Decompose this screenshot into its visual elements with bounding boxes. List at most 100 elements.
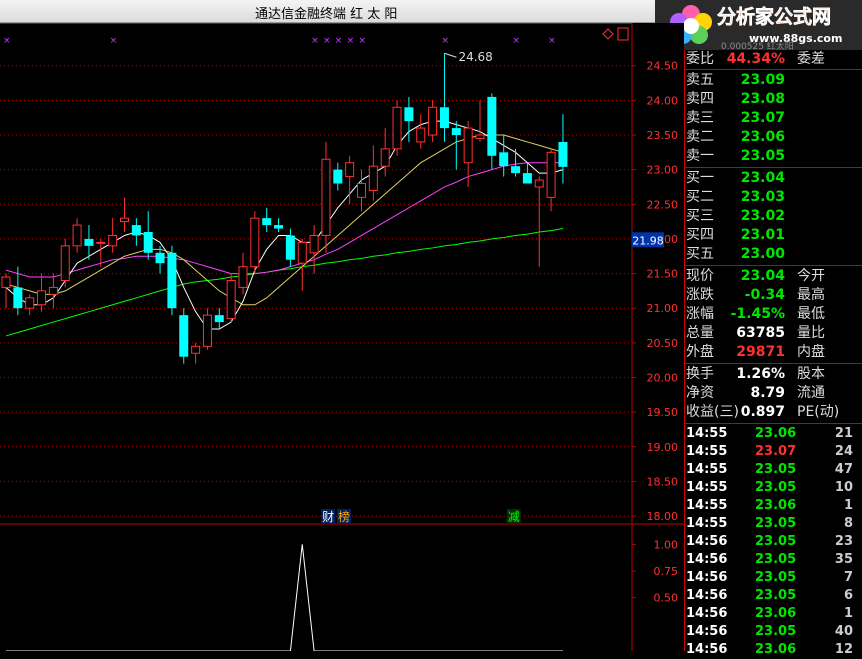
tick-row[interactable]: 14:56 23.05 40 bbox=[685, 623, 862, 641]
y-tick-label: 24.00 bbox=[647, 94, 679, 107]
tick-volume: 23 bbox=[834, 534, 853, 549]
tick-row[interactable]: 14:56 23.05 35 bbox=[685, 551, 862, 569]
bid-price: 23.03 bbox=[740, 189, 785, 205]
y-tick-label: 20.00 bbox=[647, 372, 679, 385]
stat-row: 现价 23.04 今开 bbox=[685, 267, 862, 285]
bid-label: 买五 bbox=[686, 246, 714, 262]
bid-row[interactable]: 买三 23.02 bbox=[685, 207, 862, 225]
y-tick-label: 19.50 bbox=[647, 406, 679, 419]
candle-body-down bbox=[131, 225, 141, 236]
tick-row[interactable]: 14:56 23.06 1 bbox=[685, 605, 862, 623]
candle-body-down bbox=[143, 232, 153, 253]
fundamental-label: 收益(三) bbox=[686, 404, 739, 420]
tick-time: 14:56 bbox=[686, 570, 728, 585]
bid-price: 23.01 bbox=[740, 227, 785, 243]
candle-body-down bbox=[214, 315, 224, 323]
candle-body-down bbox=[333, 169, 343, 184]
candle-body-up bbox=[25, 297, 35, 309]
tick-time: 14:55 bbox=[686, 426, 728, 441]
event-marker: × bbox=[335, 36, 343, 46]
y-tick-label: 19.00 bbox=[647, 441, 679, 454]
tick-volume: 7 bbox=[843, 570, 853, 585]
quote-separator bbox=[685, 363, 862, 364]
ask-price: 23.05 bbox=[740, 148, 785, 164]
fundamental-value: 1.26% bbox=[736, 366, 785, 382]
tick-volume: 35 bbox=[834, 552, 853, 567]
quote-separator bbox=[685, 167, 862, 168]
weibi-label: 委比 bbox=[686, 51, 714, 67]
ask-row[interactable]: 卖五 23.09 bbox=[685, 71, 862, 89]
kline-chart[interactable]: 24.5024.0023.5023.0022.5022.0021.5021.00… bbox=[0, 23, 684, 651]
fundamental-label-2: PE(动) bbox=[797, 404, 840, 420]
event-marker: × bbox=[513, 36, 521, 46]
tick-row[interactable]: 14:55 23.05 47 bbox=[685, 461, 862, 479]
stat-label: 外盘 bbox=[686, 344, 714, 360]
tick-time: 14:56 bbox=[686, 624, 728, 639]
tick-row[interactable]: 14:56 23.05 6 bbox=[685, 587, 862, 605]
bid-row[interactable]: 买一 23.04 bbox=[685, 169, 862, 187]
tick-time: 14:56 bbox=[686, 642, 728, 657]
candle-body-down bbox=[155, 252, 165, 264]
tick-time: 14:56 bbox=[686, 552, 728, 567]
candle-body-up bbox=[475, 134, 485, 139]
stat-value: 63785 bbox=[736, 325, 785, 341]
fundamental-label-2: 股本 bbox=[797, 366, 825, 382]
candle-body-up bbox=[120, 217, 129, 223]
tick-price: 23.06 bbox=[755, 606, 797, 621]
tick-row[interactable]: 14:56 23.05 23 bbox=[685, 533, 862, 551]
event-marker: × bbox=[311, 36, 319, 46]
candle-body-up bbox=[357, 183, 366, 198]
stat-row: 总量 63785 量比 bbox=[685, 324, 862, 342]
tick-time: 14:55 bbox=[686, 444, 728, 459]
candle-body-up bbox=[392, 106, 402, 150]
candle-body-up bbox=[416, 127, 426, 143]
candle-body-down bbox=[499, 152, 509, 167]
tick-row[interactable]: 14:56 23.06 12 bbox=[685, 641, 862, 659]
tick-time: 14:56 bbox=[686, 606, 728, 621]
ask-row[interactable]: 卖二 23.06 bbox=[685, 128, 862, 146]
stat-label-2: 今开 bbox=[797, 268, 825, 284]
chart-canvas[interactable]: 24.5024.0023.5023.0022.5022.0021.5021.00… bbox=[0, 23, 684, 651]
weidiff-label: 委差 bbox=[797, 51, 825, 67]
candle-body-up bbox=[1, 276, 11, 288]
stat-value: -0.34 bbox=[744, 287, 785, 303]
tick-row[interactable]: 14:56 23.05 7 bbox=[685, 569, 862, 587]
event-marker: × bbox=[110, 36, 118, 46]
tick-time: 14:55 bbox=[686, 516, 728, 531]
tick-row[interactable]: 14:55 23.05 10 bbox=[685, 479, 862, 497]
y-tick-label: 21.00 bbox=[647, 302, 679, 315]
candle-body-down bbox=[451, 128, 461, 135]
ask-label: 卖二 bbox=[686, 129, 714, 145]
bid-price: 23.04 bbox=[740, 170, 785, 186]
stat-row: 涨跌 -0.34 最高 bbox=[685, 286, 862, 304]
tick-volume: 12 bbox=[834, 642, 853, 657]
ask-row[interactable]: 卖四 23.08 bbox=[685, 90, 862, 108]
tick-row[interactable]: 14:55 23.06 21 bbox=[685, 425, 862, 443]
candle-body-down bbox=[404, 107, 414, 122]
fundamental-row: 换手 1.26% 股本 bbox=[685, 365, 862, 383]
ask-row[interactable]: 卖一 23.05 bbox=[685, 147, 862, 165]
candle-body-down bbox=[84, 238, 94, 246]
candle-body-up bbox=[226, 280, 236, 320]
candle-body-down bbox=[522, 173, 532, 184]
ask-row[interactable]: 卖三 23.07 bbox=[685, 109, 862, 127]
tick-row[interactable]: 14:55 23.07 24 bbox=[685, 443, 862, 461]
tick-price: 23.05 bbox=[755, 570, 797, 585]
fundamental-label: 净资 bbox=[686, 385, 714, 401]
fundamental-row: 收益(三) 0.897 PE(动) bbox=[685, 403, 862, 421]
bid-row[interactable]: 买五 23.00 bbox=[685, 245, 862, 263]
tick-row[interactable]: 14:55 23.05 8 bbox=[685, 515, 862, 533]
tick-price: 23.06 bbox=[755, 642, 797, 657]
tick-volume: 40 bbox=[834, 624, 853, 639]
y-tick-label: 21.50 bbox=[647, 268, 679, 281]
sub-y-tick-label: 1.00 bbox=[654, 538, 679, 551]
bid-row[interactable]: 买二 23.03 bbox=[685, 188, 862, 206]
candle-body-up bbox=[250, 217, 260, 268]
y-tick-label: 22.50 bbox=[647, 198, 679, 211]
candle-body-down bbox=[167, 252, 177, 309]
chart-background bbox=[0, 23, 684, 651]
bid-row[interactable]: 买四 23.01 bbox=[685, 226, 862, 244]
tick-price: 23.05 bbox=[755, 588, 797, 603]
tick-price: 23.05 bbox=[755, 624, 797, 639]
tick-row[interactable]: 14:55 23.06 1 bbox=[685, 497, 862, 515]
